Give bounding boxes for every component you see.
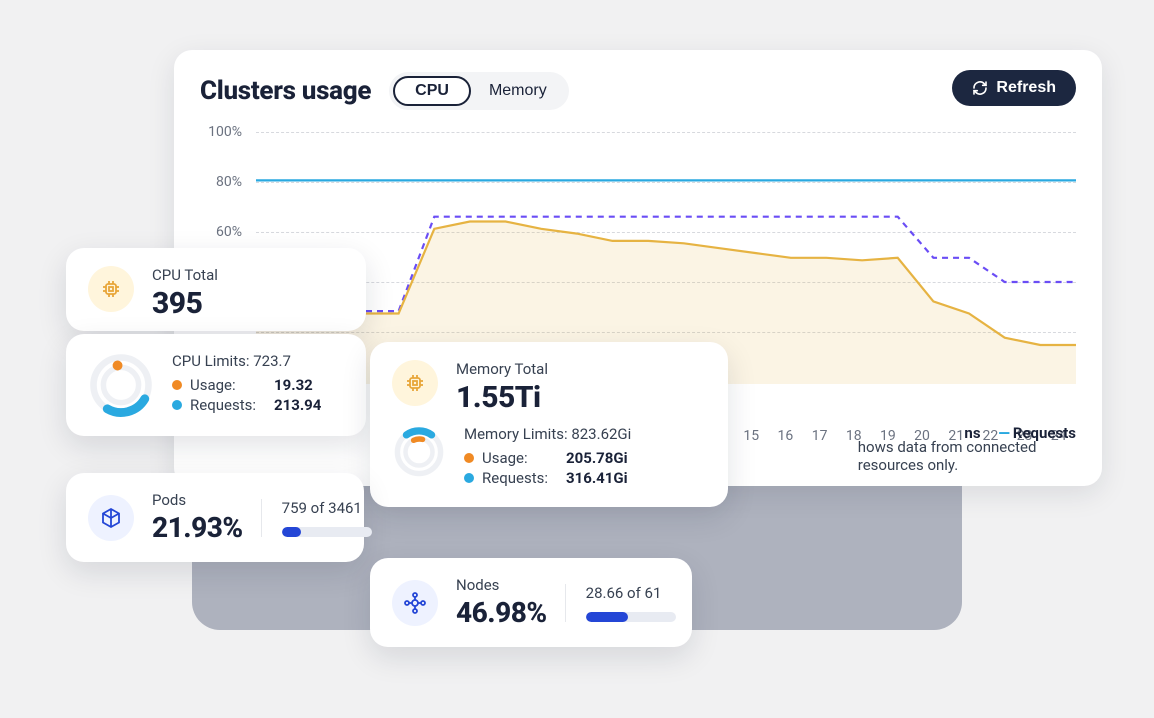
pods-progress-bar: [282, 527, 372, 537]
dot-icon: [172, 400, 182, 410]
memory-limits-label: Memory Limits: 823.62Gi: [464, 425, 631, 443]
cpu-requests-row: Requests:213.94: [172, 396, 321, 414]
toggle-cpu[interactable]: CPU: [393, 76, 471, 106]
nodes-count: 28.66 of 61: [586, 584, 676, 602]
memory-requests-row: Requests:316.41Gi: [464, 469, 631, 487]
pods-count: 759 of 3461: [282, 499, 372, 517]
memory-ring-chart: [392, 425, 446, 479]
panel-title: Clusters usage: [200, 76, 371, 106]
cpu-limits-label: CPU Limits: 723.7: [172, 352, 321, 370]
refresh-icon: [972, 80, 988, 96]
cpu-total-value: 395: [152, 286, 218, 321]
memory-total-label: Memory Total: [456, 360, 548, 378]
refresh-button[interactable]: Refresh: [952, 70, 1076, 106]
cpu-usage-row: Usage:19.32: [172, 376, 321, 394]
cpu-ring-chart: [88, 352, 154, 418]
pods-percent: 21.93%: [152, 511, 243, 544]
memory-card: Memory Total 1.55Ti Memory Limits: 823.6…: [370, 342, 728, 507]
dot-icon: [464, 473, 474, 483]
cpu-icon: [88, 266, 134, 312]
pods-card: Pods 21.93% 759 of 3461: [66, 473, 364, 562]
nodes-percent: 46.98%: [456, 596, 547, 629]
y-tick: 100%: [200, 124, 250, 140]
cpu-total-card: CPU Total 395: [66, 248, 366, 331]
metric-toggle: CPU Memory: [389, 72, 569, 110]
info-text: hows data from connected resources only.: [858, 438, 1102, 474]
memory-icon: [392, 360, 438, 406]
cpu-limits-card: CPU Limits: 723.7 Usage:19.32 Requests:2…: [66, 334, 366, 436]
cube-icon: [88, 495, 134, 541]
y-tick: 60%: [200, 224, 250, 240]
memory-total-value: 1.55Ti: [456, 380, 548, 415]
cpu-total-label: CPU Total: [152, 266, 218, 284]
dot-icon: [464, 453, 474, 463]
nodes-card: Nodes 46.98% 28.66 of 61: [370, 558, 692, 647]
memory-usage-row: Usage:205.78Gi: [464, 449, 631, 467]
panel-header: Clusters usage CPU Memory Refresh: [200, 72, 1076, 110]
y-tick: 80%: [200, 174, 250, 190]
toggle-memory[interactable]: Memory: [471, 76, 565, 106]
refresh-label: Refresh: [996, 79, 1056, 97]
dot-icon: [172, 380, 182, 390]
network-icon: [392, 580, 438, 626]
nodes-label: Nodes: [456, 576, 547, 594]
pods-label: Pods: [152, 491, 243, 509]
nodes-progress-bar: [586, 612, 676, 622]
